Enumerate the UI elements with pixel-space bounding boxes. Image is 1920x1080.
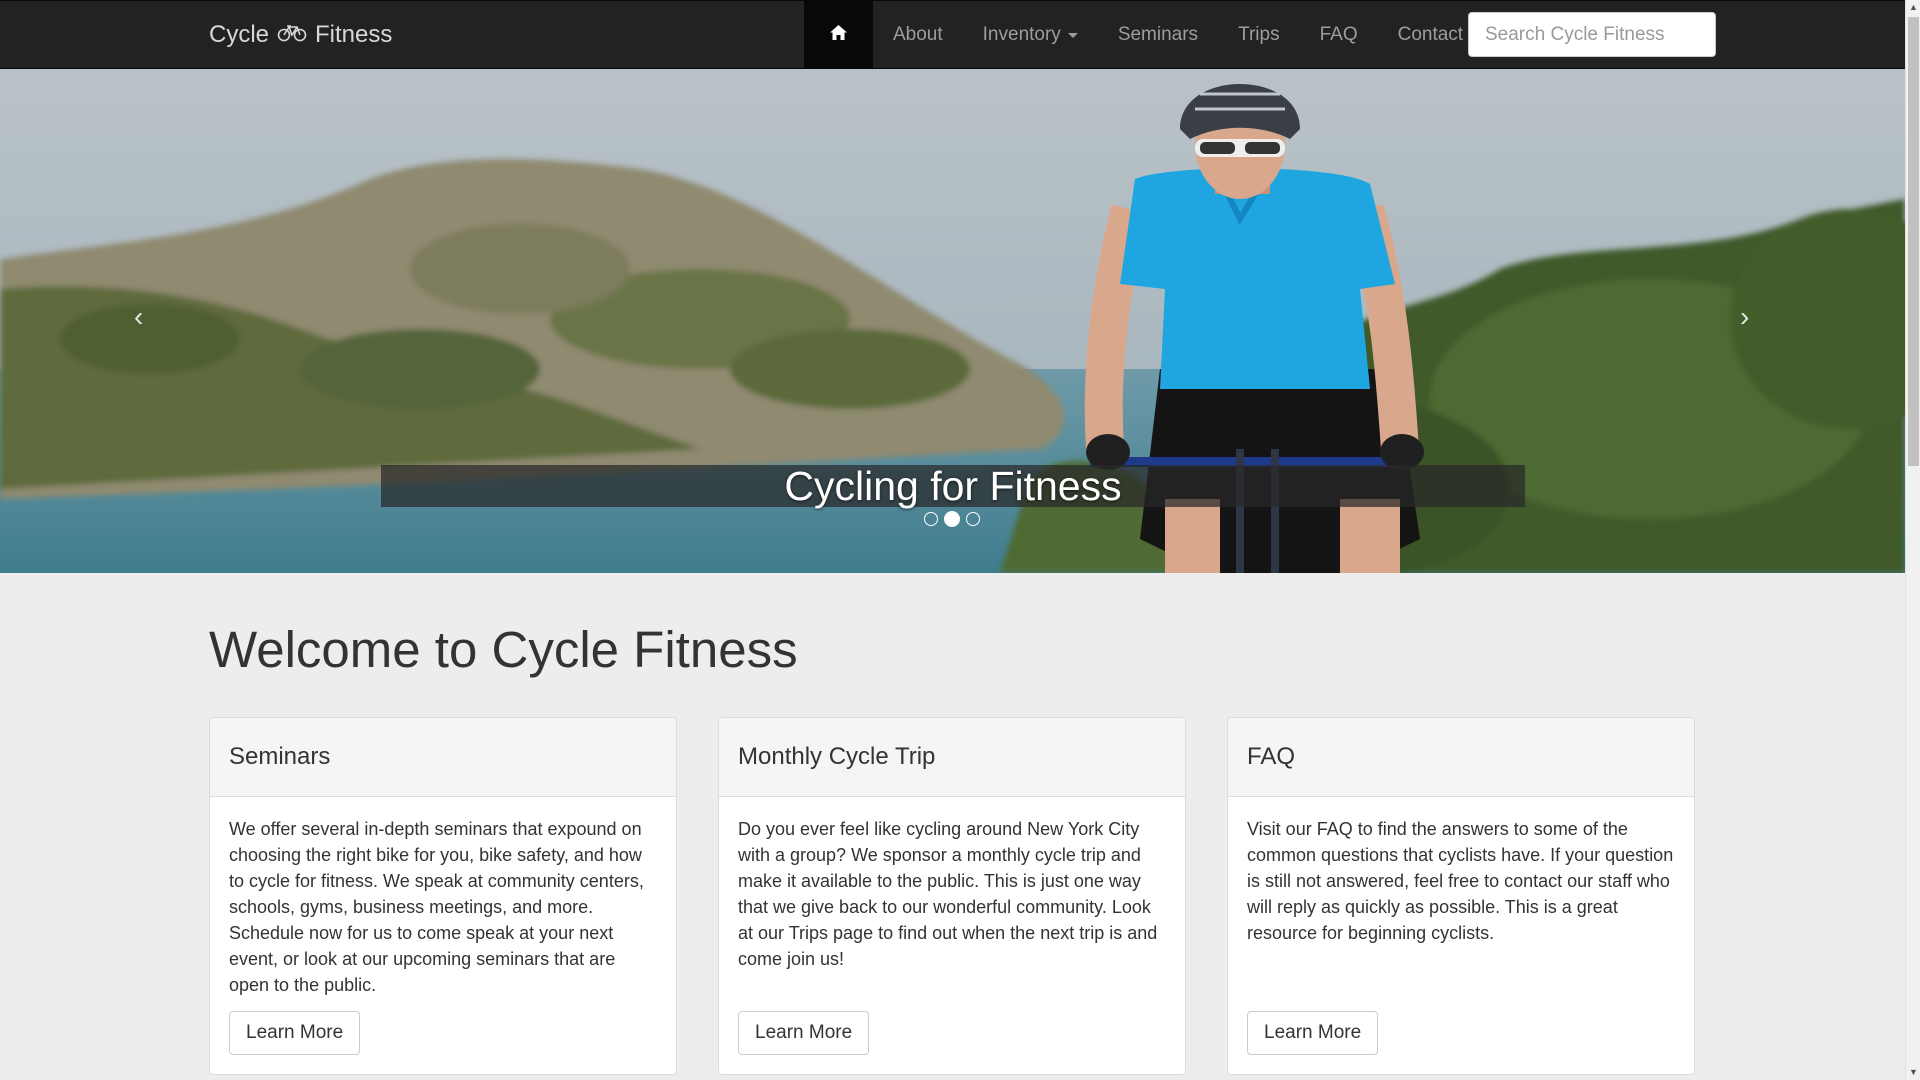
panel-heading: Monthly Cycle Trip	[719, 718, 1185, 797]
learn-more-button[interactable]: Learn More	[738, 1011, 870, 1055]
learn-more-button[interactable]: Learn More	[229, 1011, 361, 1055]
carousel-caption: Cycling for Fitness	[381, 463, 1525, 509]
brand-logo[interactable]: Cycle Fitness	[209, 1, 392, 69]
seminars-panel: Seminars We offer several in-depth semin…	[209, 717, 677, 1075]
panel-body: Visit our FAQ to find the answers to som…	[1247, 819, 1674, 943]
nav-contact-label: Contact	[1397, 24, 1464, 45]
learn-more-button[interactable]: Learn More	[1247, 1011, 1379, 1055]
scroll-up-icon[interactable]: ▲	[1906, 0, 1920, 15]
nav-about[interactable]: About	[873, 1, 963, 69]
carousel-next-icon[interactable]: ›	[1740, 301, 1749, 333]
nav-seminars-label: Seminars	[1117, 24, 1199, 45]
carousel-prev-icon[interactable]: ‹	[134, 301, 143, 333]
nav-home[interactable]	[804, 1, 873, 69]
nav-trips[interactable]: Trips	[1218, 1, 1300, 69]
navbar: Cycle Fitness About Inventory Seminars T…	[0, 0, 1905, 69]
panel-body: Do you ever feel like cycling around New…	[738, 819, 1158, 969]
panel-body: We offer several in-depth seminars that …	[229, 819, 644, 995]
brand-suffix: Fitness	[315, 21, 393, 48]
carousel-indicator-2[interactable]	[944, 511, 960, 527]
search-input[interactable]	[1468, 12, 1716, 57]
caret-down-icon	[1067, 32, 1078, 38]
brand-prefix: Cycle	[209, 21, 270, 48]
carousel-indicator-1[interactable]	[924, 512, 938, 526]
main-nav: About Inventory Seminars Trips FAQ Conta…	[804, 1, 1483, 69]
scroll-down-icon[interactable]: ▼	[1906, 1065, 1920, 1080]
nav-about-label: About	[893, 24, 943, 45]
home-icon	[830, 24, 847, 46]
panel-heading: FAQ	[1228, 718, 1694, 797]
monthly-trip-panel: Monthly Cycle Trip Do you ever feel like…	[718, 717, 1186, 1075]
carousel-indicators	[924, 511, 980, 527]
vertical-scrollbar[interactable]: ▲ ▼	[1905, 0, 1920, 1080]
nav-inventory-dropdown[interactable]: Inventory	[963, 1, 1098, 69]
faq-panel: FAQ Visit our FAQ to find the answers to…	[1227, 717, 1695, 1075]
nav-faq[interactable]: FAQ	[1300, 1, 1378, 69]
bicycle-icon	[277, 21, 307, 49]
nav-inventory-label: Inventory	[982, 24, 1061, 45]
panel-heading: Seminars	[210, 718, 676, 797]
nav-faq-label: FAQ	[1319, 24, 1358, 45]
nav-seminars[interactable]: Seminars	[1098, 1, 1218, 69]
nav-trips-label: Trips	[1238, 24, 1280, 45]
scrollbar-thumb[interactable]	[1908, 17, 1919, 466]
hero-carousel: ‹ › Cycling for Fitness	[0, 69, 1905, 573]
page-title: Welcome to Cycle Fitness	[209, 621, 798, 678]
carousel-indicator-3[interactable]	[966, 512, 980, 526]
